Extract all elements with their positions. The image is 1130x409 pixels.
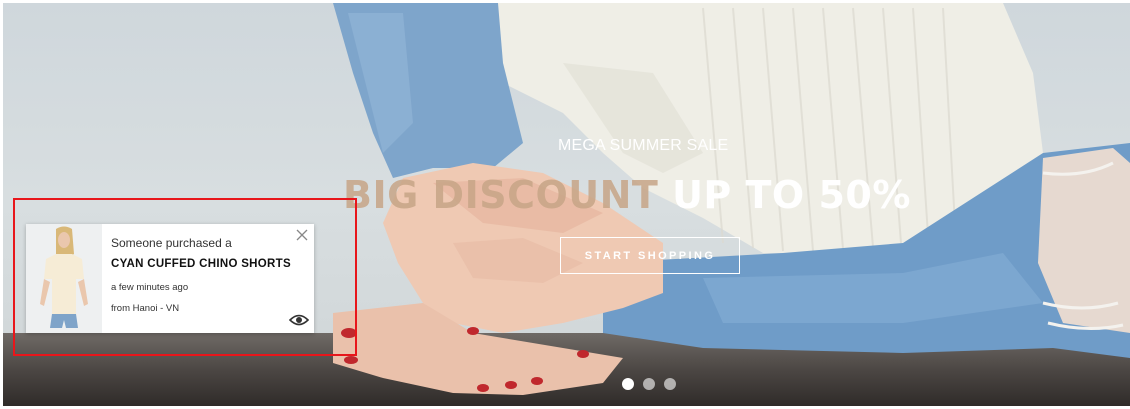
start-shopping-button[interactable]: START SHOPPING — [560, 237, 740, 274]
slide-subtitle: MEGA SUMMER SALE — [558, 137, 729, 154]
slider-dot-2[interactable] — [643, 378, 655, 390]
slider-dot-3[interactable] — [664, 378, 676, 390]
annotation-highlight-box — [13, 198, 357, 356]
headline-main: UP TO 50% — [672, 173, 911, 217]
slider-dot-1[interactable] — [622, 378, 634, 390]
slide-headline: BIG DISCOUNT UP TO 50% — [343, 173, 911, 217]
headline-accent: BIG DISCOUNT — [343, 173, 659, 217]
slider-pagination — [622, 378, 676, 390]
